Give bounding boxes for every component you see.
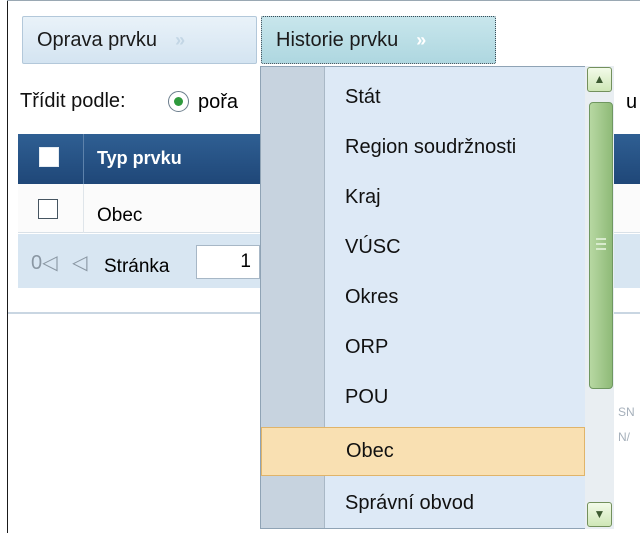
- menu-item-kraj[interactable]: Kraj: [261, 173, 585, 222]
- double-chevron-right-icon: »: [175, 29, 185, 50]
- menu-item-orp[interactable]: ORP: [261, 323, 585, 372]
- scroll-up-icon[interactable]: ▲: [587, 67, 612, 92]
- menu-item-obec[interactable]: Obec: [261, 427, 585, 476]
- tab-historie-label: Historie prvku: [276, 28, 399, 51]
- page-border-top: [7, 0, 640, 1]
- menu-item-pou[interactable]: POU: [261, 373, 585, 422]
- row-cell-typ: Obec: [97, 205, 143, 226]
- header-separator: [83, 134, 84, 184]
- background-text-fragment: N/: [618, 430, 630, 444]
- menu-item-okres[interactable]: Okres: [261, 273, 585, 322]
- page-border-left: [7, 0, 8, 533]
- sort-radio-selected[interactable]: [168, 91, 189, 112]
- row-separator: [83, 184, 84, 233]
- column-header-typ-prvku[interactable]: Typ prvku: [97, 148, 182, 169]
- sort-option-fragment: u: [626, 91, 638, 113]
- historie-dropdown-menu: Stát Region soudržnosti Kraj VÚSC Okres …: [260, 66, 614, 529]
- tab-oprava-prvku[interactable]: Oprava prvku »: [22, 16, 257, 64]
- background-text-fragment: SN: [618, 405, 635, 419]
- double-chevron-right-icon: »: [416, 29, 426, 50]
- sort-label: Třídit podle:: [20, 90, 126, 112]
- previous-page-icon[interactable]: ◁: [72, 250, 87, 275]
- row-checkbox[interactable]: [38, 199, 58, 219]
- grip-icon: [596, 238, 606, 250]
- menu-item-stat[interactable]: Stát: [261, 73, 585, 122]
- select-all-checkbox[interactable]: [39, 147, 59, 167]
- menu-item-vusc[interactable]: VÚSC: [261, 223, 585, 272]
- scroll-down-icon[interactable]: ▼: [587, 502, 612, 527]
- page-label: Stránka: [104, 256, 170, 277]
- tab-historie-prvku[interactable]: Historie prvku »: [261, 16, 496, 64]
- sort-option-label[interactable]: pořa: [198, 91, 256, 114]
- tab-oprava-label: Oprava prvku: [37, 28, 158, 51]
- menu-item-region-soudrznosti[interactable]: Region soudržnosti: [261, 123, 585, 172]
- menu-item-spravni-obvod[interactable]: Správní obvod: [261, 479, 585, 528]
- first-page-icon[interactable]: 0◁: [31, 250, 58, 275]
- page-number-input[interactable]: 1: [196, 245, 260, 279]
